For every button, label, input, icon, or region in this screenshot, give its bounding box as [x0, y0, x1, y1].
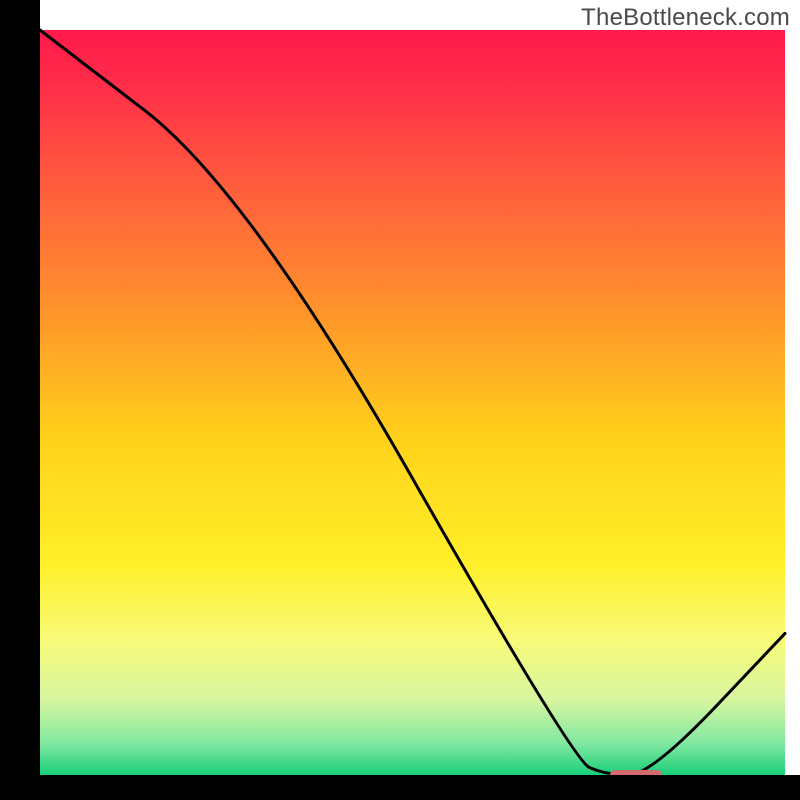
chart-container: TheBottleneck.com — [0, 0, 800, 800]
watermark-text: TheBottleneck.com — [581, 4, 790, 32]
bottleneck-chart — [0, 0, 800, 800]
plot-background — [40, 30, 785, 775]
